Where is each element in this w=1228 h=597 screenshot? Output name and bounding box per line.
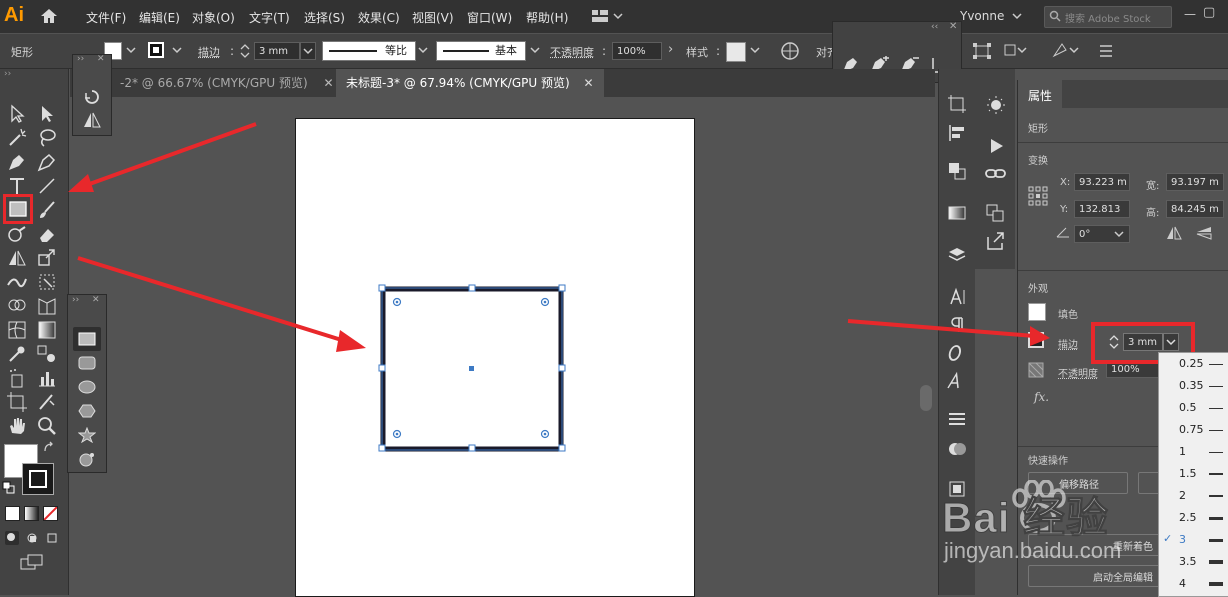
arrow-to-rectangle — [78, 258, 366, 352]
watermark: Bai 经验 — [940, 478, 1170, 538]
arrow-to-stroke-weight — [848, 321, 1050, 346]
watermark-url: jingyan.baidu.com — [944, 538, 1121, 564]
watermark-brand: Bai 经验 — [942, 484, 1109, 545]
arrow-to-rectangle-tool — [68, 124, 256, 192]
